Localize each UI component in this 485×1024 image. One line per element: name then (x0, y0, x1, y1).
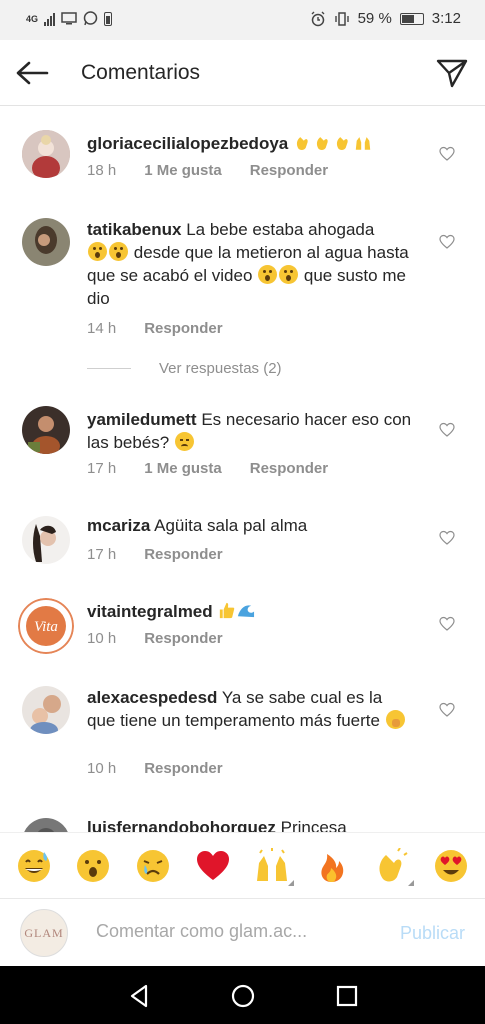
clapping-hands-icon (316, 137, 328, 151)
clapping-hands-icon (379, 847, 408, 881)
astonished-face-icon (279, 265, 299, 284)
comment-username[interactable]: gloriacecilialopezbedoya (87, 134, 288, 153)
avatar[interactable] (22, 516, 70, 564)
comment-time: 14 h (87, 320, 117, 337)
comment-text: La bebe estaba ahogada (186, 220, 375, 239)
system-navigation-bar (0, 966, 485, 1024)
crying-face-icon (137, 849, 170, 882)
clapping-hands-icon (336, 137, 348, 151)
replies-divider (87, 368, 131, 369)
comment-input[interactable] (96, 921, 366, 942)
emoji-heart-eyes-button[interactable] (431, 846, 471, 886)
avatar[interactable] (22, 218, 70, 266)
share-button[interactable] (435, 56, 469, 90)
astonished-face-icon (109, 242, 128, 261)
reply-button[interactable]: Responder (250, 162, 328, 179)
vita-logo-text: Vita (34, 619, 58, 635)
screen-mirror-icon (61, 12, 77, 25)
status-bar: 4G 59 % 3:12 (0, 0, 485, 40)
comment-username[interactable]: tatikabenux (87, 220, 181, 239)
nav-home-icon[interactable] (229, 982, 257, 1010)
pensive-face-icon (174, 432, 194, 451)
header: Comentarios (0, 40, 485, 106)
reply-button[interactable]: Responder (250, 460, 328, 477)
like-heart-icon[interactable] (439, 616, 455, 632)
water-wave-icon (238, 605, 255, 618)
reply-button[interactable]: Responder (144, 760, 222, 777)
comment-username[interactable]: yamiledumett (87, 410, 197, 429)
vibrate-icon (334, 11, 349, 26)
signal-icon (44, 12, 56, 26)
like-heart-icon[interactable] (439, 422, 455, 438)
comment-likes-count[interactable]: 1 Me gusta (144, 162, 222, 179)
view-replies-button[interactable]: Ver respuestas (2) (87, 360, 282, 377)
grinning-sweat-icon (17, 849, 50, 882)
network-type-label: 4G (26, 13, 39, 24)
fire-icon (321, 853, 344, 882)
avatar[interactable] (22, 818, 70, 832)
astonished-face-icon (88, 242, 107, 261)
like-heart-icon[interactable] (439, 146, 455, 162)
raising-hands-icon (257, 847, 288, 881)
avatar[interactable] (22, 406, 70, 454)
alarm-icon (311, 11, 325, 26)
avatar[interactable] (22, 130, 70, 178)
comment-text: Princesa (280, 818, 347, 832)
my-avatar-text: GLAM (24, 925, 64, 940)
skin-tone-indicator (407, 879, 414, 886)
comment-time: 10 h (87, 630, 117, 647)
emoji-astonished-button[interactable] (73, 846, 113, 886)
avatar[interactable]: Vita (18, 598, 74, 654)
comment-username[interactable]: luisfernandobohorquez (87, 818, 276, 832)
face-with-hand-over-mouth-icon (385, 710, 405, 729)
comment-likes-count[interactable]: 1 Me gusta (144, 460, 222, 477)
avatar[interactable] (22, 686, 70, 734)
quick-emoji-bar (0, 832, 485, 898)
reply-button[interactable]: Responder (144, 546, 222, 563)
battery-icon (399, 12, 424, 25)
send-icon (436, 59, 468, 88)
comment-username[interactable]: vitaintegralmed (87, 602, 213, 621)
my-avatar: GLAM (20, 909, 68, 957)
emoji-fire-button[interactable] (312, 846, 352, 886)
like-heart-icon[interactable] (439, 530, 455, 546)
clock-time: 3:12 (431, 10, 461, 27)
heart-eyes-icon (435, 849, 468, 882)
page-title: Comentarios (81, 61, 201, 84)
comment-time: 10 h (87, 760, 117, 777)
like-heart-icon[interactable] (439, 234, 455, 250)
comment-time: 17 h (87, 460, 117, 477)
comments-list: gloriacecilialopezbedoya 18 h 1 Me gusta… (0, 106, 485, 832)
like-heart-icon[interactable] (439, 702, 455, 718)
thumbs-up-icon (220, 602, 235, 619)
emoji-grinning-sweat-button[interactable] (14, 846, 54, 886)
emoji-raising-hands-button[interactable] (252, 846, 295, 886)
publish-button[interactable]: Publicar (400, 923, 465, 944)
battery-percent: 59 % (357, 10, 392, 27)
whatsapp-icon (83, 11, 98, 26)
back-button[interactable] (14, 56, 50, 90)
skin-tone-indicator (288, 879, 295, 886)
back-arrow-icon (16, 61, 49, 85)
comment-input-bar: GLAM Publicar (0, 898, 485, 966)
reply-button[interactable]: Responder (144, 630, 222, 647)
comment-time: 18 h (87, 162, 117, 179)
astonished-face-icon (258, 265, 278, 284)
view-replies-label: Ver respuestas (2) (159, 360, 282, 377)
comment-text: Agüita sala pal alma (154, 516, 308, 535)
nav-back-icon[interactable] (126, 982, 154, 1010)
astonished-icon (77, 849, 110, 882)
battery-saver-icon (104, 11, 113, 26)
nav-recent-apps-icon[interactable] (333, 982, 361, 1010)
comment-username[interactable]: alexacespedesd (87, 688, 217, 707)
reply-button[interactable]: Responder (144, 320, 222, 337)
emoji-clapping-hands-button[interactable] (372, 846, 414, 886)
raising-hands-icon (355, 137, 371, 150)
emoji-crying-button[interactable] (133, 846, 173, 886)
clapping-hands-icon (296, 137, 308, 151)
comment-time: 17 h (87, 546, 117, 563)
comment-username[interactable]: mcariza (87, 516, 150, 535)
emoji-red-heart-button[interactable] (193, 846, 233, 886)
red-heart-icon (196, 850, 229, 880)
